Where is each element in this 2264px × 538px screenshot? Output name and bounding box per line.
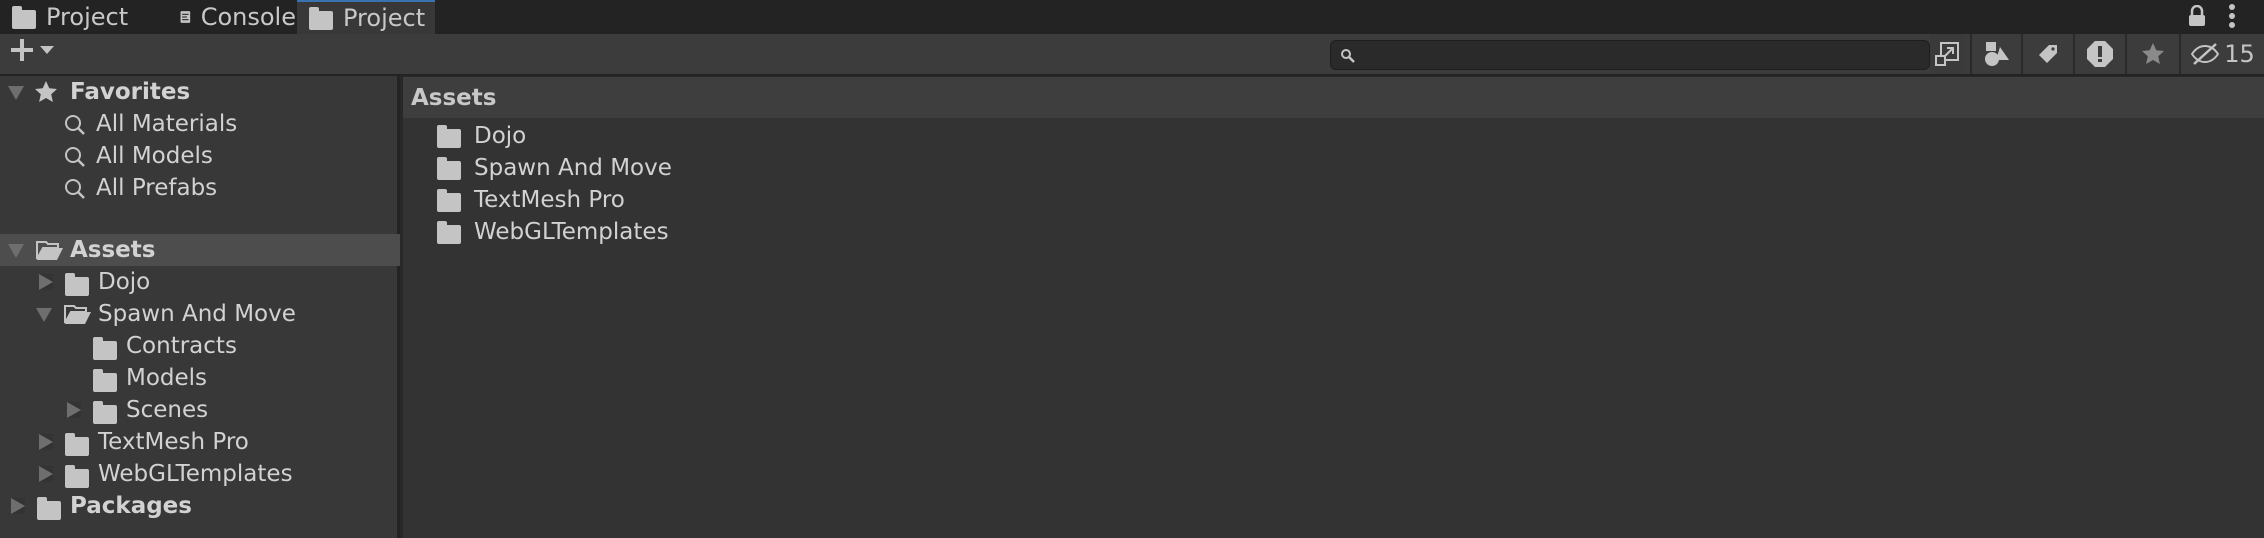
search-input[interactable] bbox=[1330, 40, 1930, 70]
toolbar: 15 bbox=[0, 34, 2264, 76]
collapse-arrow-icon[interactable] bbox=[8, 244, 24, 258]
expand-arrow-icon[interactable] bbox=[39, 434, 53, 450]
favorites-item[interactable]: All Materials bbox=[0, 108, 400, 140]
tree-item-label: Packages bbox=[70, 493, 192, 519]
tree-item-label: WebGLTemplates bbox=[98, 461, 293, 487]
tree-item-label: Scenes bbox=[126, 397, 209, 423]
folder-icon bbox=[65, 433, 89, 456]
favorites-item-label: All Prefabs bbox=[96, 175, 218, 201]
favorites-item-label: All Models bbox=[96, 143, 213, 169]
filter-by-label-button[interactable] bbox=[2021, 34, 2073, 74]
folder-icon bbox=[93, 337, 117, 360]
folder-tree-panel: Favorites All Materials All Models All Pre… bbox=[0, 76, 400, 538]
folder-open-icon bbox=[64, 303, 92, 331]
tree-item[interactable]: WebGLTemplates bbox=[0, 458, 400, 490]
asset-folder-item[interactable]: WebGLTemplates bbox=[437, 216, 669, 248]
expand-arrow-icon[interactable] bbox=[11, 498, 25, 514]
tab-label: Console bbox=[200, 3, 296, 31]
search-icon bbox=[65, 147, 85, 167]
tree-item-label: Contracts bbox=[126, 333, 237, 359]
eye-hidden-icon bbox=[2191, 43, 2220, 65]
collapse-arrow-icon[interactable] bbox=[36, 308, 52, 322]
asset-folder-item[interactable]: Spawn And Move bbox=[437, 152, 672, 184]
favorites-item[interactable]: All Models bbox=[0, 140, 400, 172]
favorites-header[interactable]: Favorites bbox=[0, 76, 400, 108]
shapes-icon bbox=[1984, 42, 2009, 66]
breadcrumb[interactable]: Assets bbox=[403, 76, 2264, 118]
asset-folder-label: WebGLTemplates bbox=[474, 219, 669, 245]
dropdown-arrow-icon bbox=[40, 46, 54, 54]
search-icon bbox=[65, 179, 85, 199]
filter-by-type-button[interactable] bbox=[1970, 34, 2021, 74]
tree-item[interactable]: Packages bbox=[0, 490, 400, 522]
tree-item[interactable]: Contracts bbox=[0, 330, 400, 362]
folder-icon bbox=[37, 497, 61, 520]
favorites-item-label: All Materials bbox=[96, 111, 238, 137]
folder-icon bbox=[437, 124, 461, 148]
tree-item[interactable]: TextMesh Pro bbox=[0, 426, 400, 458]
tree-item-label: Spawn And Move bbox=[98, 301, 296, 327]
tab-console[interactable]: Console bbox=[168, 0, 296, 34]
folder-icon bbox=[437, 188, 461, 212]
star-icon bbox=[2142, 43, 2164, 64]
tree-item-label: Assets bbox=[70, 237, 156, 263]
save-search-button[interactable] bbox=[2125, 34, 2179, 74]
asset-folder-label: Spawn And Move bbox=[474, 155, 672, 181]
asset-folder-label: TextMesh Pro bbox=[474, 187, 625, 213]
tab-project-active[interactable]: Project bbox=[297, 0, 435, 34]
expand-arrow-icon[interactable] bbox=[67, 402, 81, 418]
folder-icon bbox=[309, 6, 333, 30]
console-icon bbox=[180, 11, 191, 23]
search-icon bbox=[65, 115, 85, 135]
favorites-label: Favorites bbox=[70, 79, 191, 105]
tab-label: Project bbox=[343, 4, 426, 32]
tree-item[interactable]: Dojo bbox=[0, 266, 400, 298]
collapse-arrow-icon[interactable] bbox=[8, 86, 24, 100]
tree-item-label: Dojo bbox=[98, 269, 151, 295]
tab-label: Project bbox=[46, 3, 129, 31]
hidden-count: 15 bbox=[2224, 40, 2255, 68]
open-window-icon bbox=[1935, 42, 1959, 66]
tree-item[interactable]: Spawn And Move bbox=[0, 298, 400, 330]
tree-item[interactable]: Models bbox=[0, 362, 400, 394]
tree-item-label: TextMesh Pro bbox=[98, 429, 249, 455]
search-icon bbox=[1341, 49, 1355, 63]
breadcrumb-assets: Assets bbox=[411, 84, 497, 111]
tab-project[interactable]: Project bbox=[0, 0, 150, 34]
folder-icon bbox=[93, 401, 117, 424]
folder-open-icon bbox=[36, 239, 64, 267]
folder-icon bbox=[437, 220, 461, 244]
favorites-item[interactable]: All Prefabs bbox=[0, 172, 400, 204]
lock-icon[interactable] bbox=[2188, 5, 2206, 27]
asset-folder-item[interactable]: Dojo bbox=[437, 120, 526, 152]
asset-folder-label: Dojo bbox=[474, 123, 527, 149]
create-button[interactable] bbox=[10, 38, 54, 62]
folder-contents-panel: Assets Dojo Spawn And Move TextMesh Pro Web… bbox=[403, 76, 2264, 538]
star-icon bbox=[35, 81, 57, 102]
hidden-packages-button[interactable]: 15 bbox=[2179, 34, 2264, 74]
folder-icon bbox=[93, 369, 117, 392]
expand-arrow-icon[interactable] bbox=[39, 466, 53, 482]
search-in-window-button[interactable] bbox=[1930, 34, 1964, 74]
folder-icon bbox=[12, 5, 36, 29]
warning-octagon-icon bbox=[2087, 41, 2113, 67]
expand-arrow-icon[interactable] bbox=[39, 274, 53, 290]
folder-icon bbox=[65, 273, 89, 296]
folder-icon bbox=[437, 156, 461, 180]
filter-by-issue-button[interactable] bbox=[2073, 34, 2125, 74]
more-options-icon[interactable] bbox=[2228, 4, 2236, 28]
plus-icon bbox=[11, 39, 33, 61]
folder-icon bbox=[65, 465, 89, 488]
tag-icon bbox=[2039, 45, 2057, 63]
tab-bar: Project Console Project bbox=[0, 0, 2264, 34]
asset-folder-item[interactable]: TextMesh Pro bbox=[437, 184, 625, 216]
tree-item[interactable]: Scenes bbox=[0, 394, 400, 426]
tree-item[interactable]: Assets bbox=[0, 234, 400, 266]
tree-item-label: Models bbox=[126, 365, 208, 391]
